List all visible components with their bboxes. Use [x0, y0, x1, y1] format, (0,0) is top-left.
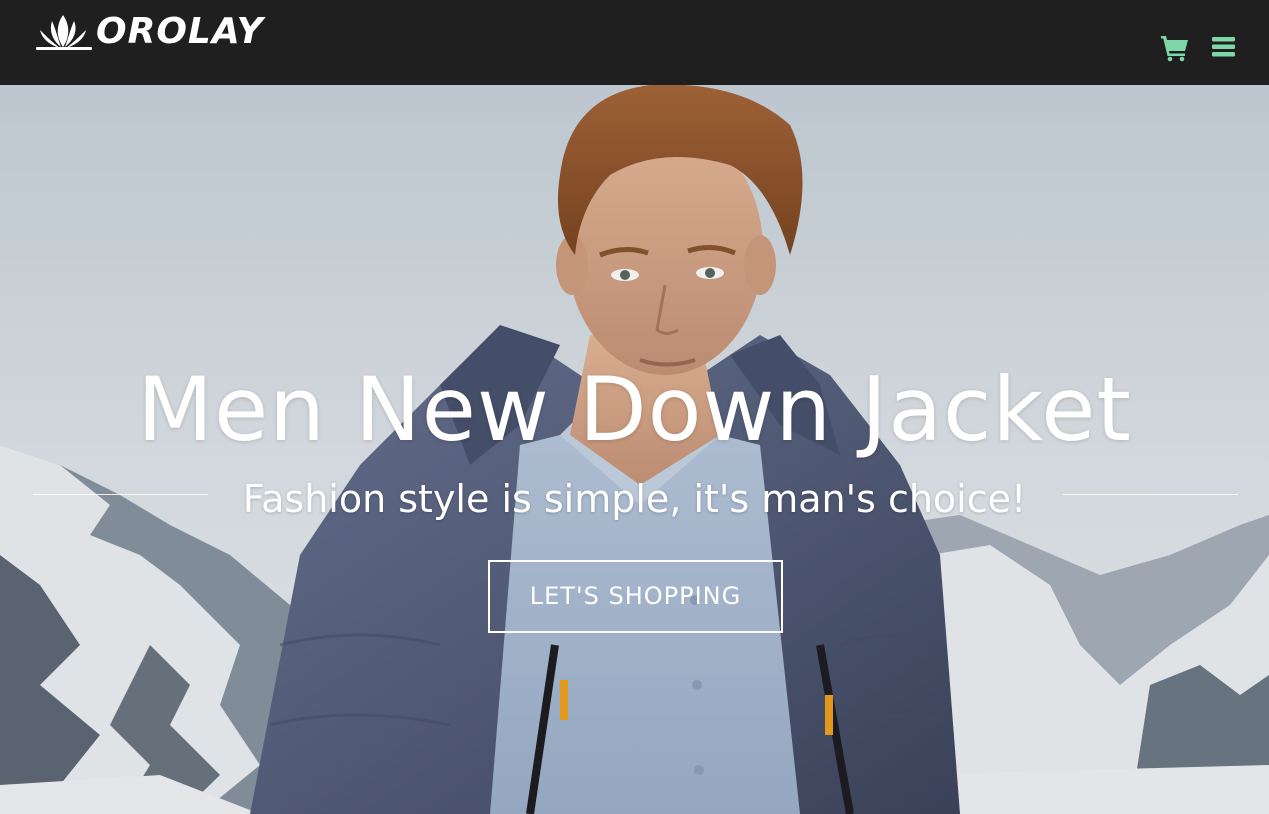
- logo-leaf-icon: [36, 15, 92, 50]
- cart-button[interactable]: [1160, 34, 1190, 62]
- brand-name: OROLAY: [96, 11, 264, 52]
- shopping-cart-icon: [1161, 36, 1188, 62]
- site-header: OROLAY: [0, 0, 1269, 85]
- shop-now-button[interactable]: LET'S SHOPPING: [488, 560, 783, 633]
- hamburger-menu-icon: [1212, 37, 1235, 57]
- hero-banner: Men New Down Jacket Fashion style is sim…: [0, 85, 1269, 814]
- hero-subtitle: Fashion style is simple, it's man's choi…: [242, 477, 1027, 521]
- hamburger-menu-button[interactable]: [1210, 35, 1237, 59]
- hero-title: Men New Down Jacket: [137, 358, 1132, 461]
- brand-logo[interactable]: OROLAY: [34, 12, 264, 52]
